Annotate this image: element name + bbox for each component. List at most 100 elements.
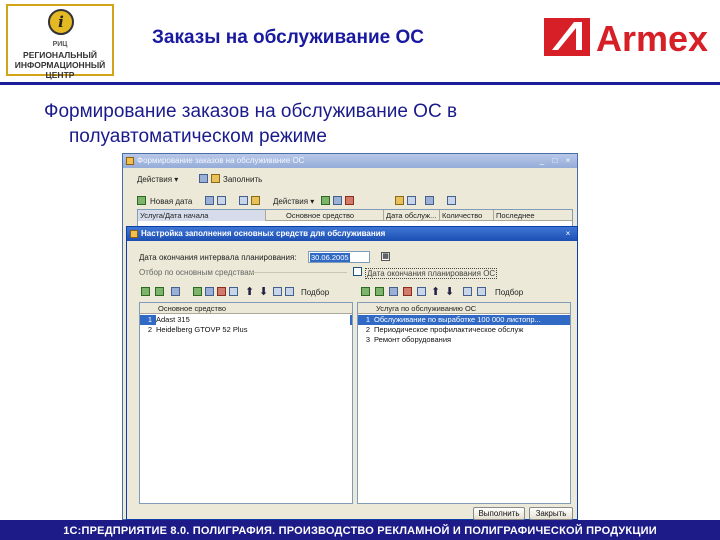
date-label: Дата окончания интервала планирования: [139, 253, 297, 262]
header-divider [0, 82, 720, 85]
footer-text: 1С:ПРЕДПРИЯТИЕ 8.0. ПОЛИГРАФИЯ. ПРОИЗВОД… [63, 525, 657, 537]
sort-desc-icon[interactable] [477, 287, 486, 296]
regional-info-center-logo: i РИЦ РЕГИОНАЛЬНЫЙ ИНФОРМАЦИОННЫЙ ЦЕНТР [6, 4, 114, 80]
delete-icon[interactable] [403, 287, 412, 296]
edit-row-icon[interactable] [205, 287, 214, 296]
row-number: 3 [365, 335, 370, 344]
fill-button[interactable]: Заполнить [211, 175, 262, 184]
copy-icon[interactable] [417, 287, 426, 296]
move-down-icon[interactable]: ⬇ [259, 285, 268, 298]
fixed-assets-grid-header: Основное средство [140, 303, 352, 314]
armex-wordmark: Armex [596, 18, 708, 59]
cut-icon[interactable] [239, 196, 248, 205]
main-heading: Формирование заказов на обслуживание ОС … [44, 99, 604, 149]
left-section-rule [249, 272, 347, 273]
edit-icon[interactable] [389, 287, 398, 296]
row-number: 2 [147, 325, 152, 334]
paste-icon[interactable] [251, 196, 260, 205]
calendar-icon[interactable]: ▦ [381, 252, 390, 261]
orders-form-titlebar: Формирование заказов на обслуживание ОС … [123, 154, 577, 168]
column-service-date[interactable]: Услуга/Дата начала [138, 210, 266, 221]
select-right-button[interactable]: Подбор [495, 288, 523, 297]
row-number: 1 [147, 315, 152, 324]
right-section-label[interactable]: Дата окончания планирования ОС [365, 268, 498, 279]
edit-icon[interactable] [205, 196, 214, 205]
orders-form-title: Формирование заказов на обслуживание ОС [137, 156, 305, 165]
add-group-icon[interactable] [375, 287, 384, 296]
copy-icon[interactable] [229, 287, 238, 296]
orders-grid-header: Услуга/Дата начала Основное средство Дат… [138, 210, 572, 221]
sort-desc-icon[interactable] [285, 287, 294, 296]
sort-icon[interactable] [407, 196, 416, 205]
settings-icon[interactable] [425, 196, 434, 205]
column-fixed-asset[interactable]: Основное средство [156, 303, 352, 314]
column-quantity[interactable]: Количество [440, 210, 494, 221]
logo-line-2: ИНФОРМАЦИОННЫЙ [14, 60, 106, 70]
maximize-button[interactable]: □ [550, 156, 560, 166]
row-number: 2 [365, 325, 370, 334]
logo-mark: РИЦ [52, 41, 68, 48]
report-icon[interactable] [447, 196, 456, 205]
dialog-app-icon [130, 230, 138, 238]
new-date-button[interactable]: Новая дата [150, 197, 192, 206]
column-service-date-2[interactable]: Дата обслуж... [384, 210, 440, 221]
move-down-icon[interactable]: ⬇ [445, 285, 454, 298]
date-input-value: 30.06.2005 [310, 253, 350, 262]
table-row[interactable]: 3 Ремонт оборудования [358, 335, 570, 345]
info-emblem-icon: i [48, 9, 74, 35]
table-row[interactable]: 2 Периодическое профилактическое обслуж [358, 325, 570, 335]
dialog-close-button[interactable]: × [563, 229, 573, 239]
close-dialog-button[interactable]: Закрыть [529, 507, 573, 520]
column-fixed-asset[interactable]: Основное средство [284, 210, 384, 221]
filter-icon[interactable] [395, 196, 404, 205]
add-icon[interactable] [141, 287, 150, 296]
services-grid[interactable]: Услуга по обслуживанию ОС 1 Обслуживание… [357, 302, 571, 504]
delete-icon[interactable] [217, 287, 226, 296]
add-row-icon[interactable] [193, 287, 202, 296]
table-row[interactable]: 2 Heidelberg GTOVP 52 Plus [140, 325, 352, 335]
footer-bar: 1С:ПРЕДПРИЯТИЕ 8.0. ПОЛИГРАФИЯ. ПРОИЗВОД… [0, 520, 720, 540]
services-grid-header: Услуга по обслуживанию ОС [358, 303, 570, 314]
add-row-icon[interactable] [321, 196, 330, 205]
dialog-titlebar: Настройка заполнения основных средств дл… [127, 227, 577, 241]
sort-asc-icon[interactable] [273, 287, 282, 296]
presentation-slide: i РИЦ РЕГИОНАЛЬНЫЙ ИНФОРМАЦИОННЫЙ ЦЕНТР … [0, 0, 720, 540]
edit-row-icon[interactable] [333, 196, 342, 205]
dialog-title: Настройка заполнения основных средств дл… [141, 229, 386, 238]
row-asset-name: Heidelberg GTOVP 52 Plus [156, 325, 248, 334]
row-asset-name: Adast 315 [156, 315, 350, 325]
fill-settings-dialog: Настройка заполнения основных средств дл… [126, 226, 578, 520]
minimize-button[interactable]: _ [537, 156, 547, 166]
add-icon[interactable] [137, 196, 146, 205]
select-left-button[interactable]: Подбор [301, 288, 329, 297]
window-app-icon [126, 157, 134, 165]
date-input[interactable]: 30.06.2005 [308, 251, 370, 263]
logo-line-1: РЕГИОНАЛЬНЫЙ [23, 50, 97, 60]
plan-checkbox[interactable] [353, 267, 362, 276]
close-button[interactable]: × [563, 156, 573, 166]
delete-row-icon[interactable] [345, 196, 354, 205]
copy-icon[interactable] [217, 196, 226, 205]
row-service-name: Обслуживание по выработке 100 000 листоп… [374, 315, 541, 324]
outer-actions-menu[interactable]: Действия ▾ [137, 175, 178, 184]
armex-logo: Armex [544, 18, 708, 59]
grid-actions-menu[interactable]: Действия ▾ [273, 197, 314, 206]
row-service-name: Периодическое профилактическое обслуж [374, 325, 524, 334]
column-service[interactable]: Услуга по обслуживанию ОС [374, 303, 570, 314]
table-row[interactable]: 1 Обслуживание по выработке 100 000 лист… [358, 315, 570, 325]
heading-line-1: Формирование заказов на обслуживание ОС … [44, 101, 458, 122]
column-last[interactable]: Последнее [494, 210, 572, 221]
grid-icon[interactable] [199, 174, 208, 183]
table-row[interactable]: 1 Adast 315 [140, 315, 352, 325]
fixed-assets-grid[interactable]: Основное средство 1 Adast 315 2 Heidelbe… [139, 302, 353, 504]
run-button[interactable]: Выполнить [473, 507, 525, 520]
add-group-icon[interactable] [155, 287, 164, 296]
logo-text: РИЦ РЕГИОНАЛЬНЫЙ ИНФОРМАЦИОННЫЙ ЦЕНТР [10, 40, 110, 80]
logo-line-3: ЦЕНТР [45, 70, 75, 80]
add-icon[interactable] [361, 287, 370, 296]
heading-line-2: полуавтоматическом режиме [69, 126, 327, 147]
sort-asc-icon[interactable] [463, 287, 472, 296]
move-up-icon[interactable]: ⬆ [245, 285, 254, 298]
move-up-icon[interactable]: ⬆ [431, 285, 440, 298]
edit-icon[interactable] [171, 287, 180, 296]
